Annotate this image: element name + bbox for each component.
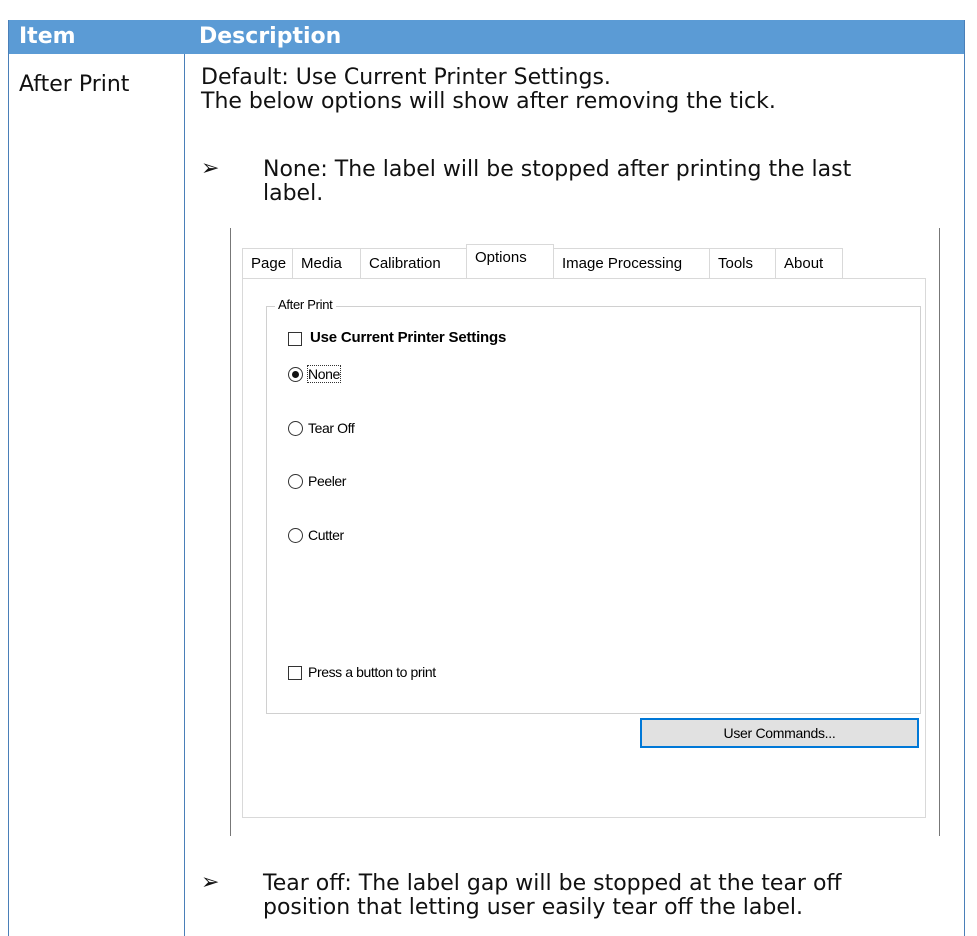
printer-options-dialog: Page Media Calibration Options Image Pro… bbox=[230, 228, 940, 836]
press-button-label: Press a button to print bbox=[308, 664, 436, 680]
radio-selected-dot bbox=[292, 371, 299, 378]
table-header: Item Description bbox=[9, 20, 964, 54]
radio-none[interactable] bbox=[288, 367, 303, 382]
radio-cutter-label[interactable]: Cutter bbox=[308, 527, 344, 543]
use-current-settings-checkbox[interactable] bbox=[288, 332, 302, 346]
header-description: Description bbox=[199, 24, 342, 49]
bullet-text: label. bbox=[263, 181, 324, 206]
tab-media[interactable]: Media bbox=[292, 248, 361, 278]
bullet-arrow-icon: ➢ bbox=[201, 870, 220, 895]
description-line: The below options will show after removi… bbox=[201, 89, 776, 114]
bullet-text: None: The label will be stopped after pr… bbox=[263, 157, 852, 182]
user-commands-button[interactable]: User Commands... bbox=[640, 718, 919, 748]
radio-cutter[interactable] bbox=[288, 528, 303, 543]
tab-page[interactable]: Page bbox=[242, 248, 293, 278]
bullet-text: position that letting user easily tear o… bbox=[263, 895, 803, 920]
tab-image-processing[interactable]: Image Processing bbox=[553, 248, 710, 278]
tab-calibration[interactable]: Calibration bbox=[360, 248, 467, 278]
radio-tear-off[interactable] bbox=[288, 421, 303, 436]
header-item: Item bbox=[19, 24, 76, 49]
description-line: Default: Use Current Printer Settings. bbox=[201, 65, 611, 90]
bullet-arrow-icon: ➢ bbox=[201, 156, 220, 181]
tab-about[interactable]: About bbox=[775, 248, 843, 278]
radio-peeler[interactable] bbox=[288, 474, 303, 489]
tab-tools[interactable]: Tools bbox=[709, 248, 776, 278]
after-print-group bbox=[266, 306, 921, 714]
radio-peeler-label[interactable]: Peeler bbox=[308, 473, 346, 489]
tab-options[interactable]: Options bbox=[466, 244, 554, 278]
use-current-settings-label: Use Current Printer Settings bbox=[310, 329, 507, 346]
row-item-name: After Print bbox=[19, 72, 130, 97]
press-button-checkbox[interactable] bbox=[288, 666, 302, 680]
group-title: After Print bbox=[275, 297, 336, 312]
radio-none-label[interactable]: None bbox=[307, 365, 341, 383]
bullet-text: Tear off: The label gap will be stopped … bbox=[263, 871, 842, 896]
radio-tear-off-label[interactable]: Tear Off bbox=[308, 420, 355, 436]
tab-strip: Page Media Calibration Options Image Pro… bbox=[242, 244, 939, 278]
column-divider bbox=[184, 54, 185, 936]
